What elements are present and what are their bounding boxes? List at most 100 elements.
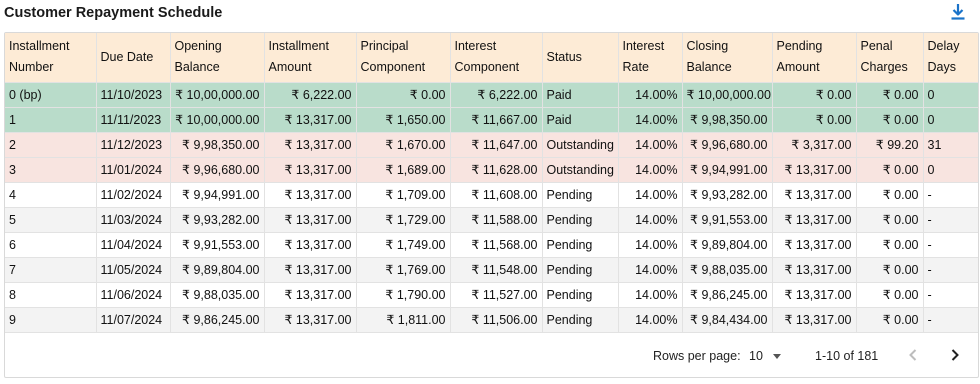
table-row[interactable]: 3 11/01/2024 ₹ 9,96,680.00 ₹ 13,317.00 ₹ 1,6… [5,157,978,183]
chevron-left-icon[interactable] [901,343,925,367]
table-row[interactable]: 0 (bp) 11/10/2023 ₹ 10,00,000.00 ₹ 6,222.00… [5,82,978,108]
column-header-interest-rate[interactable]: Interest Rate [618,33,683,83]
cell-delay-days: - [923,182,978,208]
cell-delay-days: - [923,232,978,258]
cell-pending-amount: ₹ 13,317.00 [772,157,857,183]
chevron-down-icon [773,354,781,359]
cell-principal-component: ₹ 1,709.00 [356,182,451,208]
column-header-label: Penal [860,39,893,54]
column-header-delay-days[interactable]: Delay Days [923,33,978,83]
cell-principal-component: ₹ 1,689.00 [356,157,451,183]
cell-opening-balance: ₹ 9,93,282.00 [170,207,265,233]
cell-pending-amount: ₹ 13,317.00 [772,207,857,233]
table-row[interactable]: 7 11/05/2024 ₹ 9,89,804.00 ₹ 13,317.00 ₹ 1,7… [5,257,978,283]
column-header-status[interactable]: Status [542,33,619,83]
cell-closing-balance: ₹ 9,91,553.00 [682,207,773,233]
table-row[interactable]: 6 11/04/2024 ₹ 9,91,553.00 ₹ 13,317.00 ₹ 1,7… [5,232,978,258]
cell-due-date: 11/06/2024 [96,282,171,308]
cell-pending-amount: ₹ 13,317.00 [772,282,857,308]
cell-delay-days: 0 [923,107,978,133]
cell-delay-days: 31 [923,132,978,158]
cell-installment-amount: ₹ 13,317.00 [264,232,357,258]
column-header-pending-amount[interactable]: Pending Amount [772,33,857,83]
cell-penal-charges: ₹ 0.00 [856,82,924,108]
column-header-label: Due Date [100,49,154,64]
cell-interest-component: ₹ 11,667.00 [450,107,543,133]
column-header-label: Balance [686,60,732,75]
column-header-label: Rate [622,60,649,75]
column-header-penal-charges[interactable]: Penal Charges [856,33,924,83]
cell-delay-days: - [923,307,978,333]
cell-due-date: 11/11/2023 [96,107,171,133]
column-header-installment-amount[interactable]: Installment Amount [264,33,357,83]
cell-status: Pending [542,282,619,308]
column-header-opening-balance[interactable]: Opening Balance [170,33,265,83]
cell-interest-component: ₹ 11,548.00 [450,257,543,283]
cell-delay-days: - [923,282,978,308]
column-header-label: Charges [860,60,908,75]
cell-penal-charges: ₹ 0.00 [856,157,924,183]
cell-due-date: 11/12/2023 [96,132,171,158]
column-header-principal-component[interactable]: Principal Component [356,33,451,83]
table-row[interactable]: 2 11/12/2023 ₹ 9,98,350.00 ₹ 13,317.00 ₹ 1,6… [5,132,978,158]
cell-delay-days: - [923,207,978,233]
column-header-label: Interest [454,39,497,54]
cell-installment-amount: ₹ 6,222.00 [264,82,357,108]
cell-closing-balance: ₹ 9,94,991.00 [682,157,773,183]
column-header-label: Amount [268,60,312,75]
cell-closing-balance: ₹ 9,88,035.00 [682,257,773,283]
column-header-closing-balance[interactable]: Closing Balance [682,33,773,83]
cell-penal-charges: ₹ 0.00 [856,107,924,133]
cell-installment-amount: ₹ 13,317.00 [264,257,357,283]
table-row[interactable]: 5 11/03/2024 ₹ 9,93,282.00 ₹ 13,317.00 ₹ 1,7… [5,207,978,233]
column-header-label: Status [546,49,582,64]
download-icon[interactable] [948,2,968,22]
cell-status: Paid [542,82,619,108]
table-row[interactable]: 8 11/06/2024 ₹ 9,88,035.00 ₹ 13,317.00 ₹ 1,7… [5,282,978,308]
rows-per-page-label: Rows per page: [653,349,741,363]
cell-installment-amount: ₹ 13,317.00 [264,207,357,233]
rows-per-page-value: 10 [749,349,763,363]
cell-status: Outstanding [542,157,619,183]
chevron-right-icon[interactable] [943,343,967,367]
cell-due-date: 11/10/2023 [96,82,171,108]
column-header-label: Component [454,60,520,75]
cell-interest-component: ₹ 11,608.00 [450,182,543,208]
cell-due-date: 11/04/2024 [96,232,171,258]
column-header-installment-number[interactable]: Installment Number [5,33,97,83]
cell-interest-component: ₹ 11,628.00 [450,157,543,183]
rows-per-page-select[interactable]: 10 [749,348,789,366]
cell-installment-number: 6 [5,232,97,258]
cell-installment-number: 1 [5,107,97,133]
cell-opening-balance: ₹ 10,00,000.00 [170,107,265,133]
cell-interest-rate: 14.00% [618,182,683,208]
cell-principal-component: ₹ 1,729.00 [356,207,451,233]
column-header-interest-component[interactable]: Interest Component [450,33,543,83]
cell-installment-number: 9 [5,307,97,333]
cell-principal-component: ₹ 1,650.00 [356,107,451,133]
cell-interest-component: ₹ 11,506.00 [450,307,543,333]
cell-status: Pending [542,207,619,233]
cell-pending-amount: ₹ 0.00 [772,82,857,108]
cell-closing-balance: ₹ 9,98,350.00 [682,107,773,133]
column-header-label: Number [9,60,54,75]
cell-installment-amount: ₹ 13,317.00 [264,282,357,308]
table-row[interactable]: 9 11/07/2024 ₹ 9,86,245.00 ₹ 13,317.00 ₹ 1,8… [5,307,978,333]
cell-installment-number: 0 (bp) [5,82,97,108]
pagination-range: 1-10 of 181 [815,349,879,363]
cell-pending-amount: ₹ 3,317.00 [772,132,857,158]
cell-installment-number: 3 [5,157,97,183]
cell-due-date: 11/03/2024 [96,207,171,233]
page-header: Customer Repayment Schedule [0,0,980,30]
cell-status: Pending [542,232,619,258]
cell-delay-days: - [923,257,978,283]
column-header-label: Amount [776,60,820,75]
cell-due-date: 11/05/2024 [96,257,171,283]
cell-interest-rate: 14.00% [618,107,683,133]
cell-delay-days: 0 [923,157,978,183]
table-row[interactable]: 1 11/11/2023 ₹ 10,00,000.00 ₹ 13,317.00 ₹ 1,… [5,107,978,133]
cell-installment-amount: ₹ 13,317.00 [264,107,357,133]
table-row[interactable]: 4 11/02/2024 ₹ 9,94,991.00 ₹ 13,317.00 ₹ 1,7… [5,182,978,208]
column-header-due-date[interactable]: Due Date [96,33,171,83]
table-header-row: Installment Number Due Date Opening Balance I… [5,33,978,83]
